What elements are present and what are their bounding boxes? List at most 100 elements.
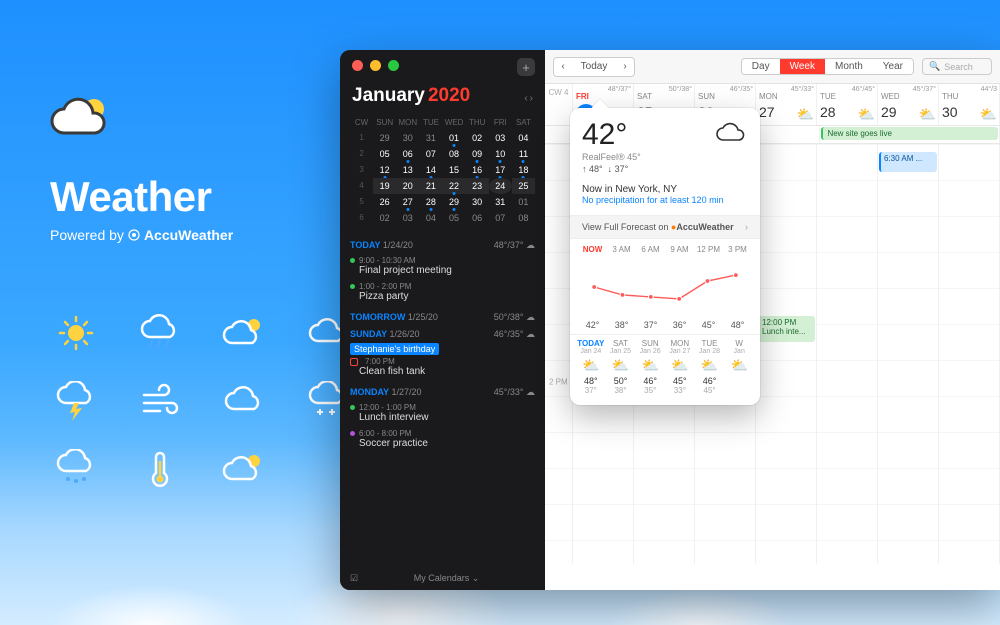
mini-cal-day[interactable]: 15 bbox=[443, 162, 466, 178]
mini-cal-day[interactable]: 21 bbox=[419, 178, 442, 194]
mini-cal-day[interactable]: 02 bbox=[373, 210, 396, 226]
weather-logo-icon bbox=[50, 95, 112, 145]
mini-cal-day[interactable]: 13 bbox=[396, 162, 419, 178]
mini-cal-day[interactable]: 22 bbox=[443, 178, 466, 194]
view-segment: DayWeekMonthYear bbox=[741, 58, 914, 75]
agenda-event[interactable]: Soccer practice bbox=[350, 438, 535, 449]
mini-cal-day[interactable]: 14 bbox=[419, 162, 442, 178]
full-forecast-link[interactable]: View Full Forecast on ●AccuWeather › bbox=[570, 215, 760, 239]
mini-cal-day[interactable]: 20 bbox=[396, 178, 419, 194]
grid-column[interactable] bbox=[939, 144, 1000, 564]
cloud-icon bbox=[714, 120, 746, 147]
mini-cal-day[interactable]: 07 bbox=[489, 210, 512, 226]
daily-forecast-col[interactable]: MONJan 27⛅45°33° bbox=[665, 339, 695, 395]
powered-brand: AccuWeather bbox=[144, 227, 233, 243]
minimize-button[interactable] bbox=[370, 60, 381, 71]
week-day-header[interactable]: WED 45°/37°29⛅ bbox=[878, 84, 939, 125]
mini-cal-day[interactable]: 11 bbox=[512, 146, 535, 162]
mini-cal-day[interactable]: 09 bbox=[466, 146, 489, 162]
daily-forecast-col[interactable]: TODAYJan 24⛅48°37° bbox=[576, 339, 606, 395]
weather-mini-icon: ⛅ bbox=[980, 106, 997, 123]
my-calendars-button[interactable]: My Calendars ⌄ bbox=[414, 573, 480, 584]
allday-event[interactable]: New site goes live bbox=[821, 127, 998, 140]
mini-cal-day[interactable]: 26 bbox=[373, 194, 396, 210]
close-button[interactable] bbox=[352, 60, 363, 71]
mini-cal-day[interactable]: 18 bbox=[512, 162, 535, 178]
mini-calendar[interactable]: CWSUNMONTUEWEDTHUFRISAT12930310102030420… bbox=[340, 115, 545, 234]
grid-column[interactable]: 12:00 PM Lunch inte... bbox=[756, 144, 817, 564]
mini-cal-day[interactable]: 12 bbox=[373, 162, 396, 178]
mini-cal-day[interactable]: 27 bbox=[396, 194, 419, 210]
week-day-header[interactable]: THU 44°/330⛅ bbox=[939, 84, 1000, 125]
calendar-event[interactable]: 6:30 AM ... bbox=[879, 152, 937, 172]
mini-cal-day[interactable]: 10 bbox=[489, 146, 512, 162]
agenda-event[interactable]: Lunch interview bbox=[350, 412, 535, 423]
mini-cal-day[interactable]: 31 bbox=[419, 130, 442, 146]
prev-month-button[interactable]: ‹ bbox=[524, 93, 527, 104]
agenda-task[interactable]: Clean fish tank bbox=[350, 366, 535, 377]
mini-cal-day[interactable]: 17 bbox=[489, 162, 512, 178]
grid-column[interactable]: 6:30 AM ... bbox=[878, 144, 939, 564]
add-event-button[interactable]: + bbox=[517, 58, 535, 76]
mini-cal-day[interactable]: 06 bbox=[466, 210, 489, 226]
mini-cal-day[interactable]: 03 bbox=[396, 210, 419, 226]
grid-column[interactable] bbox=[817, 144, 878, 564]
today-button[interactable]: Today bbox=[572, 58, 616, 76]
weather-icon-grid bbox=[50, 313, 350, 489]
daily-forecast-col[interactable]: SATJan 25⛅50°38° bbox=[606, 339, 636, 395]
agenda-event[interactable]: Pizza party bbox=[350, 291, 535, 302]
zoom-button[interactable] bbox=[388, 60, 399, 71]
daily-forecast-col[interactable]: WJan⛅ bbox=[724, 339, 754, 395]
view-month[interactable]: Month bbox=[825, 59, 873, 74]
cloud-sun-icon bbox=[218, 313, 270, 353]
mini-cal-day[interactable]: 23 bbox=[466, 178, 489, 194]
mini-cal-day[interactable]: 04 bbox=[419, 210, 442, 226]
mini-cal-day[interactable]: 30 bbox=[466, 194, 489, 210]
mini-cal-day[interactable]: 24 bbox=[489, 178, 512, 194]
mini-cal-day[interactable]: 06 bbox=[396, 146, 419, 162]
search-input[interactable]: 🔍 Search bbox=[922, 58, 992, 75]
mini-cal-day[interactable]: 08 bbox=[443, 146, 466, 162]
mini-cal-day[interactable]: 07 bbox=[419, 146, 442, 162]
mini-cal-day[interactable]: 04 bbox=[512, 130, 535, 146]
mini-cal-day[interactable]: 28 bbox=[419, 194, 442, 210]
sidebar: + January 2020 ‹ › CWSUNMONTUEWEDTHUFRIS… bbox=[340, 50, 545, 590]
mini-cal-day[interactable]: 30 bbox=[396, 130, 419, 146]
agenda-event[interactable]: Final project meeting bbox=[350, 265, 535, 276]
agenda-allday-event[interactable]: Stephanie's birthday bbox=[350, 343, 439, 355]
powered-by: Powered by AccuWeather bbox=[50, 227, 350, 243]
daily-forecast-col[interactable]: SUNJan 26⛅46°35° bbox=[635, 339, 665, 395]
month-title: January 2020 bbox=[352, 85, 470, 107]
next-week-button[interactable]: › bbox=[616, 58, 634, 76]
weather-mini-icon: ⛅ bbox=[858, 106, 875, 123]
mini-cal-day[interactable]: 02 bbox=[466, 130, 489, 146]
daily-forecast-col[interactable]: TUEJan 28⛅46°45° bbox=[695, 339, 725, 395]
view-day[interactable]: Day bbox=[742, 59, 780, 74]
mini-cal-day[interactable]: 01 bbox=[512, 194, 535, 210]
mini-cal-day[interactable]: 01 bbox=[443, 130, 466, 146]
mini-cal-day[interactable]: 16 bbox=[466, 162, 489, 178]
mini-cal-day[interactable]: 03 bbox=[489, 130, 512, 146]
week-day-header[interactable]: MON 45°/33°27⛅ bbox=[756, 84, 817, 125]
cloud-rain-icon bbox=[134, 313, 186, 353]
prev-week-button[interactable]: ‹ bbox=[554, 58, 572, 76]
calendar-event[interactable]: 12:00 PM Lunch inte... bbox=[757, 316, 815, 342]
view-week[interactable]: Week bbox=[780, 59, 825, 74]
mini-cal-day[interactable]: 29 bbox=[443, 194, 466, 210]
mini-cal-day[interactable]: 25 bbox=[512, 178, 535, 194]
mini-cal-day[interactable]: 29 bbox=[373, 130, 396, 146]
mini-cal-day[interactable]: 08 bbox=[512, 210, 535, 226]
mini-cal-day[interactable]: 19 bbox=[373, 178, 396, 194]
mini-cal-day[interactable]: 31 bbox=[489, 194, 512, 210]
mini-cal-day[interactable]: 05 bbox=[443, 210, 466, 226]
traffic-lights bbox=[340, 50, 545, 81]
view-year[interactable]: Year bbox=[873, 59, 913, 74]
next-month-button[interactable]: › bbox=[530, 93, 533, 104]
weather-popover: 42° RealFeel® 45° ↑ 48° ↓ 37° Now in New… bbox=[570, 108, 760, 405]
mini-cal-day[interactable]: 05 bbox=[373, 146, 396, 162]
week-day-header[interactable]: TUE 46°/45°28⛅ bbox=[817, 84, 878, 125]
checkbox-icon[interactable]: ☑ bbox=[350, 573, 358, 584]
popover-precip[interactable]: No precipitation for at least 120 min bbox=[582, 195, 748, 205]
task-checkbox[interactable] bbox=[350, 358, 358, 366]
powered-prefix: Powered by bbox=[50, 227, 124, 243]
